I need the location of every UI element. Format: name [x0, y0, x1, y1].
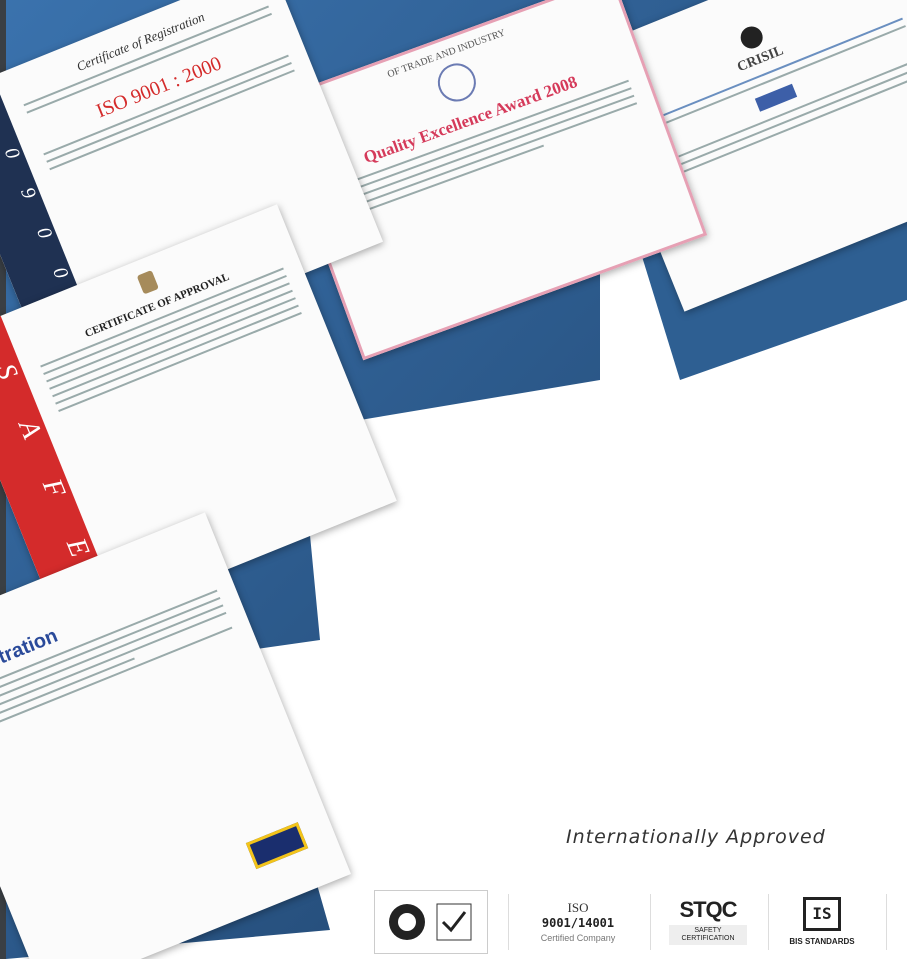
stqc-logo: STQC SAFETY CERTIFICATION: [662, 890, 754, 952]
bis-logo: IS BIS STANDARDS: [776, 890, 868, 952]
certification-logos: ISO 9001/14001 Certified Company STQC SA…: [360, 884, 907, 959]
bis-sub: BIS STANDARDS: [789, 936, 855, 946]
tagline: Internationally Approved: [566, 826, 826, 848]
ukas-icon: [389, 903, 472, 941]
ukas-bsi-logo: [374, 890, 488, 954]
bis-mark-icon: IS: [803, 896, 841, 931]
iso-9001-14001-logo: ISO 9001/14001 Certified Company: [518, 890, 638, 952]
bsi-logo-icon: [245, 822, 309, 870]
iso-logo-numbers: 9001/14001: [541, 915, 615, 930]
stqc-sub: SAFETY CERTIFICATION: [669, 925, 747, 945]
brochure-canvas: CRISIL OF TRADE AND INDUSTRY Quality Exc…: [0, 0, 907, 959]
iso-logo-text: ISO: [567, 899, 589, 915]
iso-logo-sub: Certified Company: [540, 932, 616, 943]
stqc-text: STQC: [679, 897, 737, 922]
